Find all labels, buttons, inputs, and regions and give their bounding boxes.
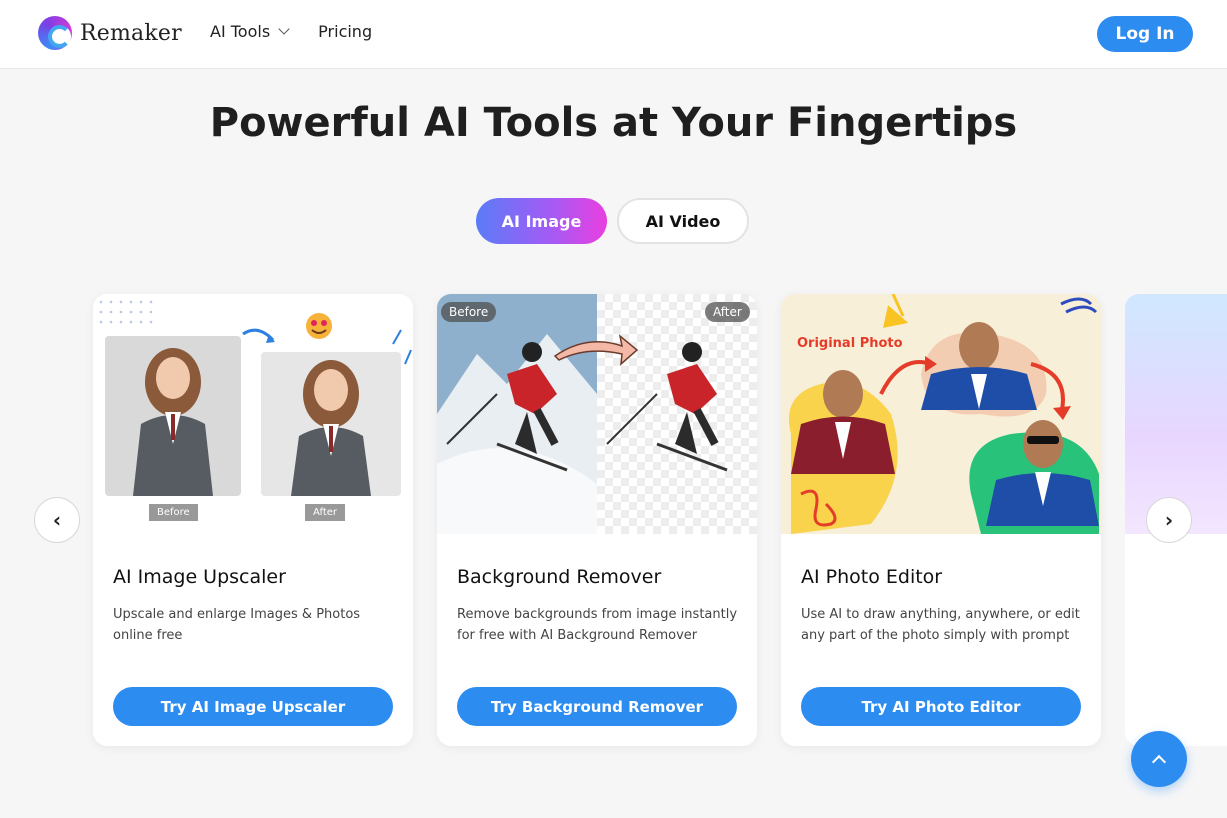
upscaler-illustration: [93, 294, 413, 534]
card-title: Background Remover: [457, 566, 662, 588]
page-title: Powerful AI Tools at Your Fingertips: [209, 100, 1018, 146]
brand-logo[interactable]: Remaker: [38, 16, 182, 50]
photo-editor-preview-image: Original Photo: [781, 294, 1101, 534]
brand-name: Remaker: [80, 20, 182, 46]
bg-remover-preview-image: Before After: [437, 294, 757, 534]
login-button[interactable]: Log In: [1097, 16, 1193, 52]
carousel-prev-button[interactable]: ‹: [34, 497, 80, 543]
nav-pricing[interactable]: Pricing: [318, 22, 372, 41]
before-tag: Before: [441, 302, 497, 322]
photo-editor-illustration: [781, 294, 1101, 534]
after-label: After: [305, 504, 346, 521]
tool-card-upscaler[interactable]: Before After AI Image Upscaler Upscale a…: [93, 294, 413, 746]
card-description: Remove backgrounds from image instantly …: [457, 607, 738, 643]
main-nav: AI Tools Pricing: [210, 22, 372, 41]
try-upscaler-button[interactable]: Try AI Image Upscaler: [113, 687, 393, 726]
try-bg-remover-button[interactable]: Try Background Remover: [457, 687, 737, 726]
remaker-logo-icon: [38, 16, 72, 50]
chevron-right-icon: ›: [1164, 508, 1174, 532]
scroll-to-top-button[interactable]: [1131, 731, 1187, 787]
card-description: Upscale and enlarge Images & Photos onli…: [113, 607, 361, 643]
carousel-next-button[interactable]: ›: [1146, 497, 1192, 543]
nav-ai-tools-label: AI Tools: [210, 22, 271, 41]
after-tag: After: [705, 302, 750, 322]
upscaler-preview-image: Before After: [93, 294, 413, 534]
tool-card-bg-remover[interactable]: Before After Background Remover Remove b…: [437, 294, 757, 746]
card-title: AI Photo Editor: [801, 566, 943, 588]
before-label: Before: [149, 504, 198, 521]
card-description: Use AI to draw anything, anywhere, or ed…: [801, 607, 1080, 643]
tab-ai-image[interactable]: AI Image: [476, 198, 607, 244]
tab-ai-video[interactable]: AI Video: [617, 198, 749, 244]
chevron-up-icon: [1151, 754, 1167, 769]
bg-remover-illustration: [437, 294, 757, 534]
try-photo-editor-button[interactable]: Try AI Photo Editor: [801, 687, 1081, 726]
card-title: AI Image Upscaler: [113, 566, 286, 588]
nav-ai-tools[interactable]: AI Tools: [210, 22, 290, 41]
nav-pricing-label: Pricing: [318, 22, 373, 41]
chevron-down-icon: [278, 23, 290, 35]
top-header: Remaker AI Tools Pricing Log In: [0, 0, 1227, 69]
chevron-left-icon: ‹: [52, 508, 62, 532]
tool-card-photo-editor[interactable]: Original Photo AI Photo Editor Use AI to…: [781, 294, 1101, 746]
original-photo-label: Original Photo: [797, 336, 903, 351]
